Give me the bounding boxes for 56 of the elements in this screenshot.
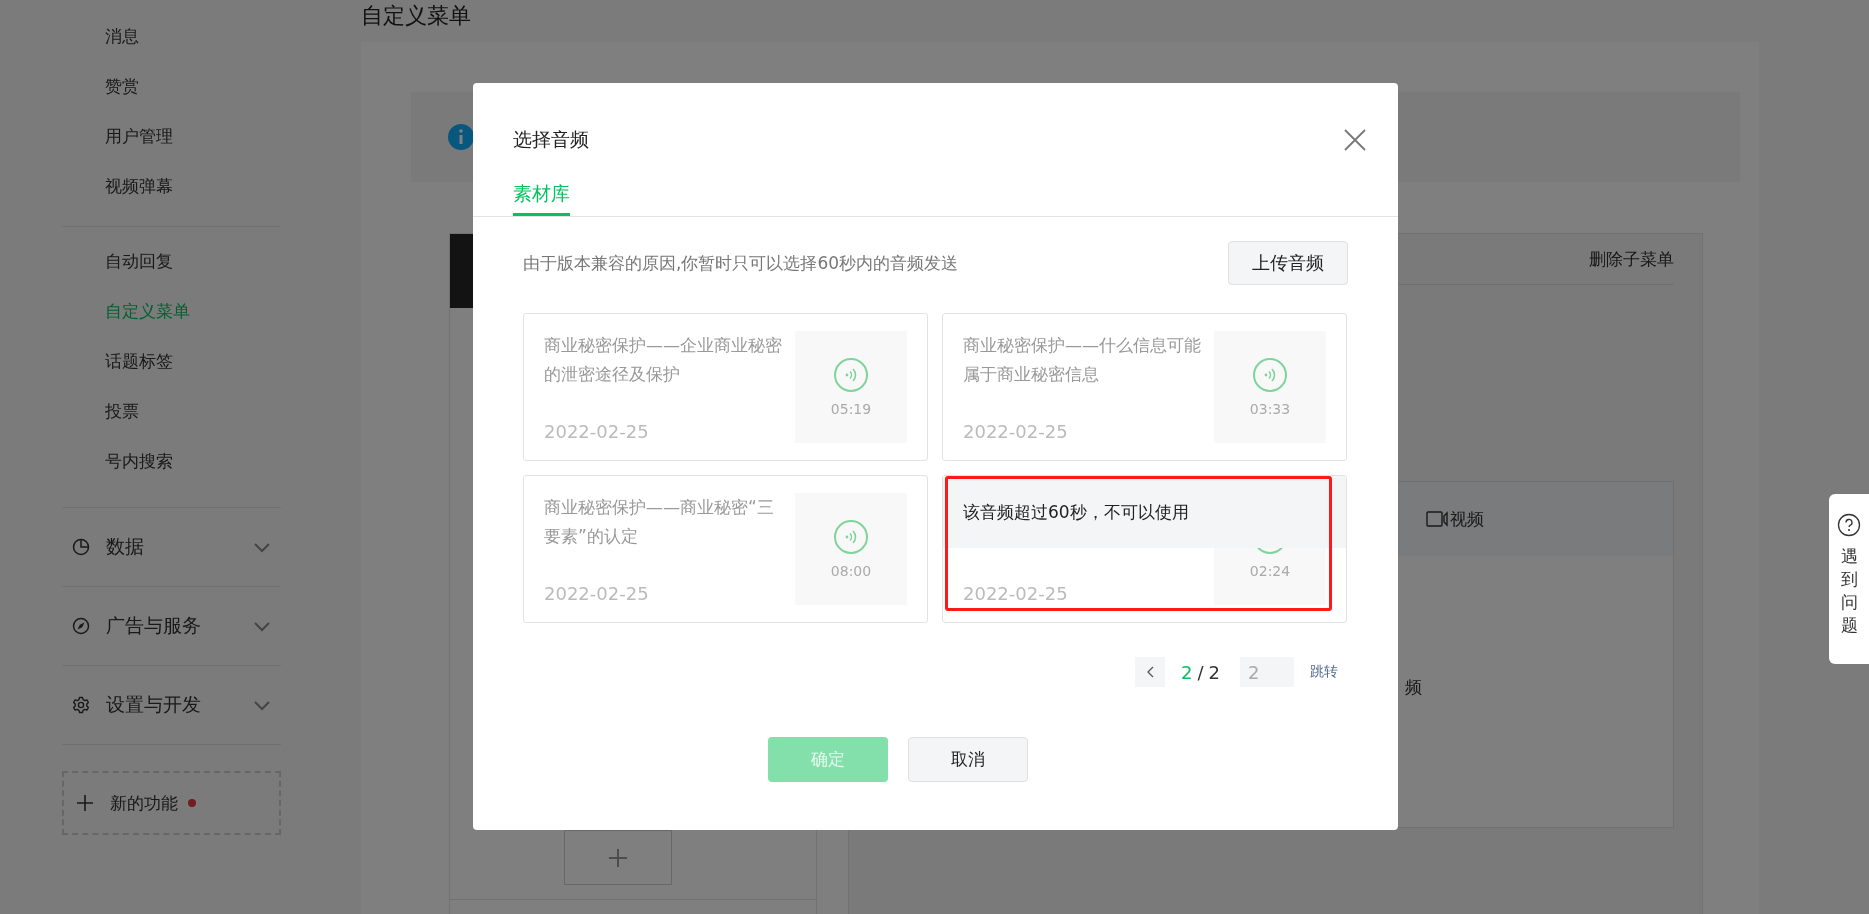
sidebar-item[interactable]: 赞赏 [62,66,281,116]
section-title[interactable]: 数据 [106,534,253,560]
audio-duration: 02:24 [1249,563,1291,579]
audio-duration: 08:00 [830,563,872,579]
cancel-button[interactable]: 取消 [908,737,1028,782]
audio-date: 2022-02-25 [544,583,650,605]
delete-submenu-link[interactable]: 删除子菜单 [1589,247,1674,271]
section-title[interactable]: 广告与服务 [106,613,253,639]
sidebar-item[interactable]: 消息 [62,16,281,66]
disabled-message: 该音频超过60秒，不可以使用 [943,476,1346,548]
page-title: 自定义菜单 [361,2,471,30]
sidebar-item[interactable]: 用户管理 [62,116,281,166]
audio-duration: 03:33 [1249,401,1291,417]
chevron-down-icon[interactable] [253,620,271,632]
page-separator: / [1197,661,1204,683]
media-tab[interactable]: 视频 [1426,507,1484,531]
video-camera-icon [1426,510,1448,528]
plus-icon [76,794,94,812]
add-menu-button[interactable] [564,830,672,885]
audio-date: 2022-02-25 [963,583,1069,605]
sidebar-item[interactable]: 投票 [62,391,281,441]
sidebar-item[interactable]: 话题标签 [62,341,281,391]
upload-audio-button[interactable]: 上传音频 [1228,241,1348,285]
sidebar-item[interactable]: 号内搜索 [62,441,281,491]
new-features-button[interactable]: 新的功能 [62,771,281,835]
dialog-title: 选择音频 [513,127,589,152]
audio-duration: 05:19 [830,401,872,417]
audio-date: 2022-02-25 [544,421,650,443]
pie-chart-icon [72,538,90,556]
notice-text: 由于版本兼容的原因,你暂时只可以选择60秒内的音频发送 [523,251,959,275]
page-input[interactable]: 2 [1240,657,1294,687]
close-icon[interactable] [1343,128,1367,152]
audio-card[interactable]: 商业秘密保护——商业秘密“三要素”的认定 2022-02-25 08:00 [523,475,928,623]
previous-page-button[interactable] [1135,657,1165,687]
sidebar-item[interactable]: 自动回复 [62,241,281,291]
audio-card[interactable]: 商业秘密保护——什么信息可能属于商业秘密信息 2022-02-25 03:33 [942,313,1347,461]
tab[interactable]: 素材库 [513,181,570,216]
chevron-down-icon[interactable] [253,541,271,553]
audio-date: 2022-02-25 [963,421,1069,443]
compass-icon [72,617,90,635]
total-pages: 2 [1208,661,1220,683]
media-label: 频 [1405,677,1422,697]
chevron-left-icon [1146,666,1154,678]
chevron-down-icon[interactable] [253,699,271,711]
audio-title: 商业秘密保护——企业商业秘密的泄密途径及保护 [544,334,783,386]
audio-card[interactable]: 商业秘密保护——企业商业秘密的泄密途径及保护 2022-02-25 05:19 [523,313,928,461]
jump-link[interactable]: 跳转 [1310,663,1338,681]
plus-icon [608,847,628,868]
section-title[interactable]: 设置与开发 [106,692,253,718]
sidebar-item[interactable]: 视频弹幕 [62,166,281,216]
audio-title: 商业秘密保护——什么信息可能属于商业秘密信息 [963,334,1202,386]
gear-icon [72,696,90,714]
current-page: 2 [1181,661,1193,683]
help-icon [1837,513,1861,537]
audio-title: 商业秘密保护——商业秘密“三要素”的认定 [544,496,775,548]
help-widget[interactable]: 遇到问题 [1829,494,1869,664]
